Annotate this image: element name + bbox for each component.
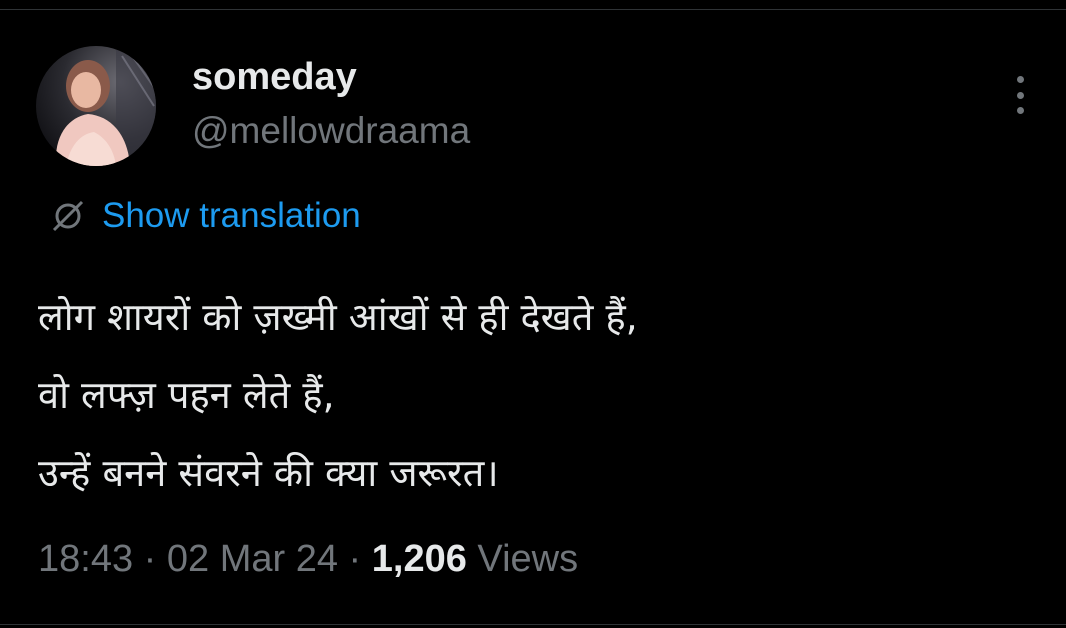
post-text-line: लोग शायरों को ज़ख्मी आंखों से ही देखते ह… bbox=[38, 295, 638, 339]
user-handle[interactable]: @mellowdraama bbox=[192, 110, 470, 152]
show-translation-label: Show translation bbox=[102, 196, 361, 235]
profile-photo-icon bbox=[36, 46, 156, 166]
post-text-line: वो लफ्ज़ पहन लेते हैं, bbox=[38, 373, 335, 417]
top-divider bbox=[0, 9, 1066, 10]
more-options-button[interactable] bbox=[1005, 72, 1035, 118]
post-text: लोग शायरों को ज़ख्मी आंखों से ही देखते ह… bbox=[38, 278, 638, 512]
meta-separator: · bbox=[133, 538, 167, 580]
bottom-divider bbox=[0, 624, 1066, 625]
post-date[interactable]: 02 Mar 24 bbox=[167, 538, 338, 580]
more-vertical-icon bbox=[1016, 76, 1024, 83]
post-time[interactable]: 18:43 bbox=[38, 538, 133, 580]
post-meta: 18:43 · 02 Mar 24 · 1,206 Views bbox=[38, 538, 578, 581]
views-label: Views bbox=[477, 538, 579, 580]
post-text-line: उन्हें बनने संवरने की क्या जरूरत। bbox=[38, 451, 499, 495]
more-vertical-icon-dot bbox=[1016, 91, 1024, 99]
meta-separator: · bbox=[337, 538, 372, 580]
more-vertical-icon-dot bbox=[1016, 107, 1024, 114]
show-translation-button[interactable]: Show translation bbox=[48, 194, 361, 238]
avatar[interactable] bbox=[36, 46, 156, 166]
globe-icon bbox=[52, 200, 84, 232]
display-name[interactable]: someday bbox=[192, 56, 357, 99]
views-count: 1,206 bbox=[371, 538, 467, 580]
